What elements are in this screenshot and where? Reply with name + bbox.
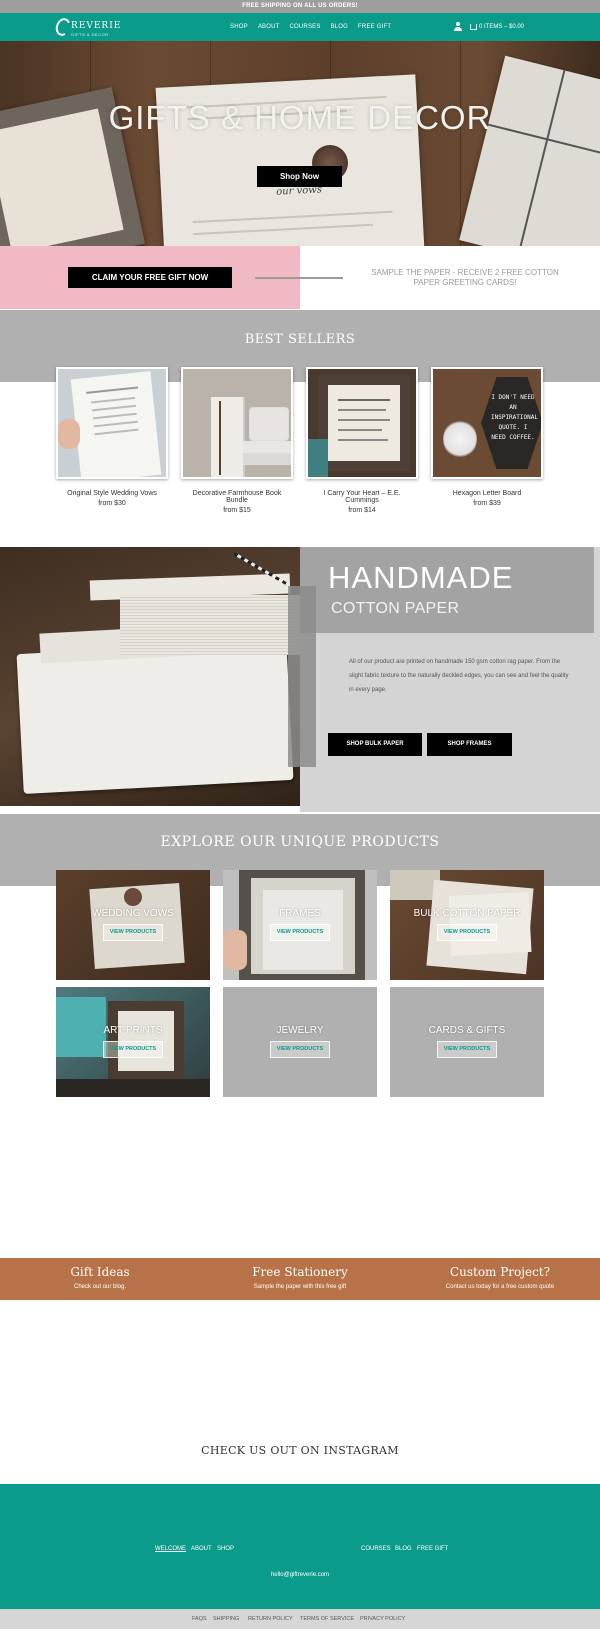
nav-courses[interactable]: COURSES [289,24,320,30]
tile-bulk-cotton-paper[interactable]: BULK COTTON PAPER VIEW PRODUCTS [390,870,544,980]
footer-link-blog[interactable]: BLOG [395,1546,412,1552]
view-products-button[interactable]: VIEW PRODUCTS [103,1041,163,1058]
shop-now-button[interactable]: Shop Now [257,166,342,187]
tile-cards-gifts[interactable]: CARDS & GIFTS VIEW PRODUCTS [390,987,544,1097]
promo-custom-project[interactable]: Custom Project? Contact us today for a f… [400,1265,600,1290]
tile-label: BULK COTTON PAPER [413,908,521,919]
view-products-button[interactable]: VIEW PRODUCTS [103,924,163,941]
product-card[interactable]: Original Style Wedding Vows from $30 [56,367,168,507]
promo-title: Gift Ideas [70,1265,130,1279]
product-price: from $14 [348,507,376,514]
view-products-button[interactable]: VIEW PRODUCTS [270,924,330,941]
product-price: from $39 [473,500,501,507]
handmade-subtitle: COTTON PAPER [331,600,460,617]
promo-band: Gift Ideas Check out our blog. Free Stat… [0,1258,600,1300]
product-card[interactable]: I DON'T NEED AN INSPIRATIONAL QUOTE. I N… [431,367,543,507]
gift-banner-right: SAMPLE THE PAPER - RECEIVE 2 FREE COTTON… [255,246,600,309]
main-nav: SHOP ABOUT COURSES BLOG FREE GIFT [230,13,391,41]
footer-link-free-gift[interactable]: FREE GIFT [417,1546,448,1552]
product-name[interactable]: Decorative Farmhouse Book Bundle [181,490,293,504]
tile-label: CARDS & GIFTS [428,1025,506,1036]
tile-label: ART PRINTS [103,1025,163,1036]
promo-free-stationery[interactable]: Free Stationery Sample the paper with th… [200,1265,400,1290]
account-icon[interactable] [454,22,462,31]
nav-about[interactable]: ABOUT [258,24,280,30]
promo-subtitle: Contact us today for a free custom quote [445,1284,555,1290]
product-image-wedding-vows[interactable] [56,367,168,479]
letter-board-text: I DON'T NEED AN INSPIRATIONAL QUOTE. I N… [491,394,538,441]
instagram-title: CHECK US OUT ON INSTAGRAM [201,1444,399,1457]
hero-banner: our vows GIFTS & HOME DECOR Shop Now [0,41,600,246]
product-price: from $30 [98,500,126,507]
explore-title: EXPLORE OUR UNIQUE PRODUCTS [160,834,440,850]
letter-board: I DON'T NEED AN INSPIRATIONAL QUOTE. I N… [481,377,541,469]
legal-bar: FAQS SHIPPING RETURN POLICY TERMS OF SER… [0,1609,600,1629]
tile-label: JEWELRY [276,1025,324,1036]
logo[interactable]: REVERIE GIFTS & DECOR [53,16,120,39]
promo-subtitle: Sample the paper with this free gift [253,1284,347,1290]
nav-shop[interactable]: SHOP [230,24,248,30]
tile-label: WEDDING VOWS [92,908,174,919]
product-image-i-carry-your-heart[interactable] [306,367,418,479]
hero-package-image [459,55,600,246]
claim-free-gift-button[interactable]: CLAIM YOUR FREE GIFT NOW [68,267,232,288]
nav-blog[interactable]: BLOG [331,24,348,30]
shop-bulk-paper-button[interactable]: SHOP BULK PAPER [328,733,422,756]
view-products-button[interactable]: VIEW PRODUCTS [437,924,497,941]
announcement-bar: FREE SHIPPING ON ALL US ORDERS! [0,0,600,13]
cart-link[interactable]: 0 ITEMS – $0.00 [470,13,524,41]
product-image-book-bundle[interactable] [181,367,293,479]
hero-title: GIFTS & HOME DECOR [108,99,492,136]
footer-link-shop[interactable]: SHOP [217,1546,234,1552]
product-name[interactable]: Hexagon Letter Board [431,490,543,497]
legal-link-privacy[interactable]: PRIVACY POLICY [360,1616,405,1622]
promo-title: Free Stationery [252,1265,348,1279]
logo-swirl-icon [53,16,73,38]
view-products-button[interactable]: VIEW PRODUCTS [270,1041,330,1058]
handmade-overlay-bar [288,586,316,767]
gift-divider [255,277,343,279]
tile-label: FRAMES [279,908,321,919]
best-sellers-title: BEST SELLERS [244,332,356,347]
logo-tagline: GIFTS & DECOR [71,32,109,37]
promo-subtitle: Check out our blog. [73,1284,127,1290]
legal-link-faqs[interactable]: FAQS [192,1616,207,1622]
handmade-paper-image [0,547,300,806]
legal-link-shipping[interactable]: SHIPPING [213,1616,239,1622]
footer-link-welcome[interactable]: WELCOME [155,1546,186,1552]
shop-frames-button[interactable]: SHOP FRAMES [427,733,512,756]
handmade-title: HANDMADE [328,560,514,595]
site-footer: WELCOME ABOUT SHOP COURSES BLOG FREE GIF… [0,1484,600,1609]
promo-title: Custom Project? [449,1265,551,1279]
logo-name: REVERIE [71,21,122,31]
site-header: REVERIE GIFTS & DECOR SHOP ABOUT COURSES… [0,13,600,41]
tile-frames[interactable]: FRAMES VIEW PRODUCTS [223,870,377,980]
promo-gift-ideas[interactable]: Gift Ideas Check out our blog. [0,1265,200,1290]
product-image-letter-board[interactable]: I DON'T NEED AN INSPIRATIONAL QUOTE. I N… [431,367,543,479]
handmade-description: All of our product are printed on handma… [349,659,569,693]
view-products-button[interactable]: VIEW PRODUCTS [437,1041,497,1058]
tile-art-prints[interactable]: ART PRINTS VIEW PRODUCTS [56,987,210,1097]
product-card[interactable]: Decorative Farmhouse Book Bundle from $1… [181,367,293,514]
footer-link-about[interactable]: ABOUT [191,1546,212,1552]
footer-link-courses[interactable]: COURSES [361,1546,391,1552]
product-name[interactable]: Original Style Wedding Vows [56,490,168,497]
nav-free-gift[interactable]: FREE GIFT [358,24,391,30]
legal-link-return-policy[interactable]: RETURN POLICY [248,1616,293,1622]
footer-email[interactable]: hello@giftreverie.com [0,1572,600,1578]
product-card[interactable]: I Carry Your Heart – E.E. Cummings from … [306,367,418,514]
product-name[interactable]: I Carry Your Heart – E.E. Cummings [306,490,418,504]
tile-jewelry[interactable]: JEWELRY VIEW PRODUCTS [223,987,377,1097]
cart-icon [470,24,477,30]
product-price: from $15 [223,507,251,514]
tile-wedding-vows[interactable]: WEDDING VOWS VIEW PRODUCTS [56,870,210,980]
gift-banner-text: SAMPLE THE PAPER - RECEIVE 2 FREE COTTON… [371,268,559,287]
cart-summary: 0 ITEMS – $0.00 [479,24,525,30]
legal-link-terms[interactable]: TERMS OF SERVICE [300,1616,354,1622]
